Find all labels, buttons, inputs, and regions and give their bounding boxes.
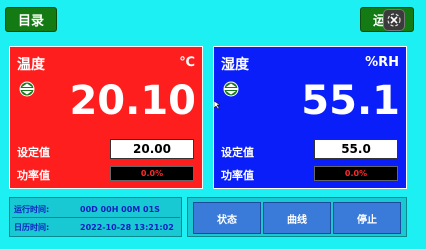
row-divider xyxy=(12,217,180,218)
action-button-panel: 状态 曲线 停止 xyxy=(187,197,407,237)
run-time-row: 运行时间: 00D 00H 00M 01S xyxy=(12,201,180,217)
humidity-title: 湿度 xyxy=(221,57,249,73)
calendar-time-row: 日历时间: 2022-10-28 13:21:02 xyxy=(12,219,180,235)
humidity-power-value: 0.0% xyxy=(314,166,398,181)
humidity-power-label: 功率值 xyxy=(221,169,254,182)
menu-button[interactable]: 目录 xyxy=(5,7,57,32)
temperature-power-value: 0.0% xyxy=(110,166,194,181)
humidity-setpoint-input[interactable]: 55.0 xyxy=(314,139,398,159)
calendar-time-label: 日历时间: xyxy=(14,222,50,232)
run-time-label: 运行时间: xyxy=(14,204,50,214)
temperature-unit: ℃ xyxy=(179,55,195,70)
humidity-setpoint-label: 设定值 xyxy=(221,146,254,159)
menu-button-label: 目录 xyxy=(17,14,44,29)
temperature-title: 温度 xyxy=(17,57,45,73)
run-time-value: 00D 00H 00M 01S xyxy=(80,204,160,214)
calendar-time-value: 2022-10-28 13:21:02 xyxy=(80,222,174,232)
temperature-setpoint-input[interactable]: 20.00 xyxy=(110,139,194,159)
close-icon[interactable] xyxy=(383,9,405,31)
stop-button[interactable]: 停止 xyxy=(333,202,401,234)
curve-button[interactable]: 曲线 xyxy=(263,202,331,234)
humidity-unit: %RH xyxy=(365,55,399,70)
temperature-power-label: 功率值 xyxy=(17,169,50,182)
status-button[interactable]: 状态 xyxy=(193,202,261,234)
temperature-setpoint-label: 设定值 xyxy=(17,146,50,159)
time-info-panel: 运行时间: 00D 00H 00M 01S 日历时间: 2022-10-28 1… xyxy=(9,197,182,237)
temperature-panel: 温度 ℃ 20.10 设定值 20.00 功率值 0.0% xyxy=(9,46,203,189)
humidity-value: 55.1 xyxy=(301,78,400,124)
status-indicator-icon xyxy=(19,81,35,97)
humidity-panel: 湿度 %RH 55.1 设定值 55.0 功率值 0.0% xyxy=(213,46,407,189)
temperature-value: 20.10 xyxy=(69,78,196,124)
mouse-cursor-icon xyxy=(214,101,220,109)
status-indicator-icon xyxy=(223,81,239,97)
